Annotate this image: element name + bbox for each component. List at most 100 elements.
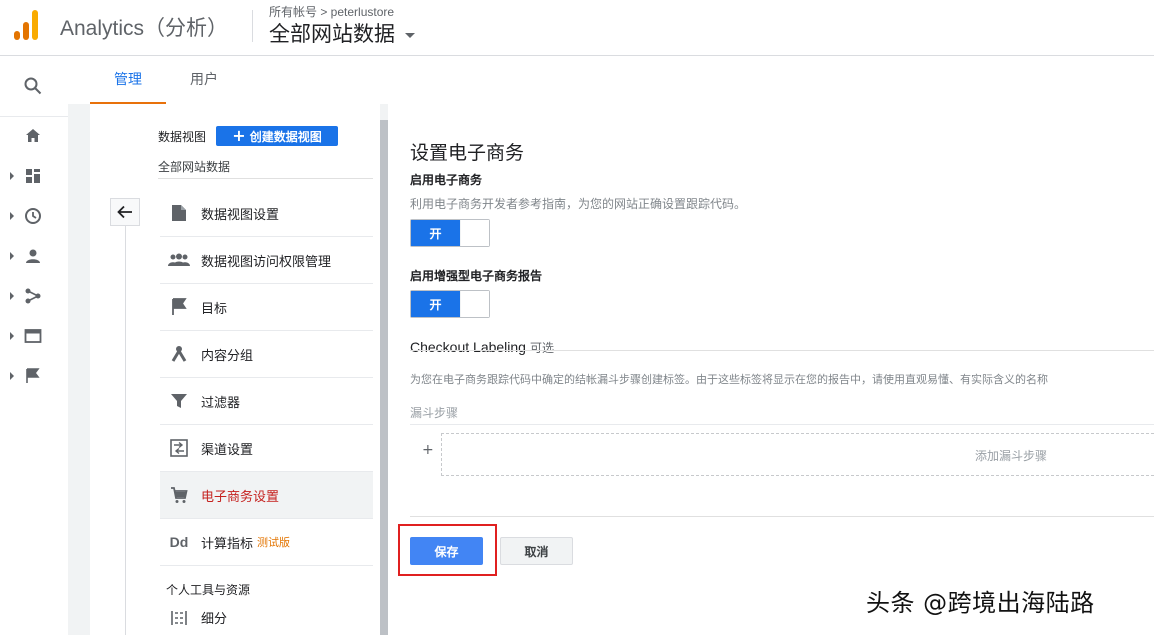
calculated-metrics-icon: Dd <box>169 534 189 550</box>
segments-icon <box>171 610 187 625</box>
nav-label: 数据视图访问权限管理 <box>201 254 332 270</box>
create-view-button[interactable]: + 创建数据视图 <box>216 126 338 146</box>
checkout-labeling-label: Checkout Labeling <box>410 339 526 355</box>
channel-settings-icon <box>170 439 188 457</box>
nav-label: 计算指标 <box>201 536 254 552</box>
nav-label: 内容分组 <box>201 348 254 364</box>
nav-goals[interactable]: 目标 <box>160 284 373 331</box>
ecommerce-settings-panel: 设置电子商务 启用电子商务 利用电子商务开发者参考指南，为您的网站正确设置跟踪代… <box>388 104 1154 635</box>
brand-title: Analytics（分析） <box>60 17 229 40</box>
funnel-divider <box>410 424 1154 425</box>
actions-divider <box>410 516 1154 517</box>
flag-icon <box>26 368 40 383</box>
rail-home[interactable] <box>0 118 68 154</box>
person-icon <box>26 249 40 263</box>
watermark-caption: 头条 @跨境出海陆路 <box>866 589 1095 617</box>
top-header: Analytics（分析） 所有帐号 > peterlustore 全部网站数据 <box>0 0 1154 56</box>
nav-content-grouping[interactable]: 内容分组 <box>160 331 373 378</box>
nav-label: 过滤器 <box>201 395 241 411</box>
logo-bar-short <box>14 31 20 40</box>
arrow-left-icon <box>117 205 132 219</box>
checkout-divider <box>410 350 1154 351</box>
enhanced-ecommerce-label: 启用增强型电子商务报告 <box>410 269 543 283</box>
back-button[interactable] <box>110 198 140 226</box>
account-view-label: 全部网站数据 <box>269 22 395 46</box>
nav-channel-settings[interactable]: 渠道设置 <box>160 425 373 472</box>
filter-icon <box>171 394 187 408</box>
admin-tabs: 管理 用户 <box>68 56 1154 104</box>
document-icon <box>172 205 186 221</box>
nav-label: 目标 <box>201 301 228 317</box>
enable-ecommerce-label: 启用电子商务 <box>410 173 483 187</box>
expand-arrow-icon <box>10 292 14 300</box>
home-icon <box>26 129 40 142</box>
plus-icon: + <box>422 442 434 458</box>
enhanced-ecommerce-toggle[interactable]: 开 <box>410 290 490 318</box>
expand-arrow-icon <box>10 372 14 380</box>
dashboard-icon <box>26 169 40 183</box>
rail-divider <box>0 116 68 117</box>
nav-label: 渠道设置 <box>201 442 254 458</box>
nav-label: 电子商务设置 <box>201 489 280 505</box>
logo-bar-mid <box>23 22 29 40</box>
behavior-icon <box>24 329 42 343</box>
expand-arrow-icon <box>10 212 14 220</box>
add-funnel-step-button[interactable]: 添加漏斗步骤 <box>441 433 1154 476</box>
expand-arrow-icon <box>10 252 14 260</box>
optional-tag: 可选 <box>529 341 554 355</box>
tab-admin[interactable]: 管理 <box>90 56 166 104</box>
clock-icon <box>25 208 41 224</box>
enable-ecommerce-toggle[interactable]: 开 <box>410 219 490 247</box>
toggle-on-label: 开 <box>411 291 460 317</box>
nav-view-access[interactable]: 数据视图访问权限管理 <box>160 237 373 284</box>
enable-ecommerce-help: 利用电子商务开发者参考指南，为您的网站正确设置跟踪代码。 <box>410 197 747 211</box>
flag-icon <box>172 298 187 315</box>
toggle-on-label: 开 <box>411 220 460 246</box>
toggle-knob <box>461 220 489 246</box>
funnel-steps-label: 漏斗步骤 <box>410 406 459 420</box>
content-grouping-icon <box>171 346 187 362</box>
nav-label: 细分 <box>201 612 228 627</box>
people-icon <box>168 253 190 266</box>
rail-audience[interactable] <box>0 238 68 274</box>
save-button[interactable]: 保存 <box>410 537 483 565</box>
column-scrollbar[interactable] <box>380 120 388 635</box>
view-settings-column: 数据视图 + 创建数据视图 全部网站数据 数据视图设置 数据视图访问权限管理 目… <box>90 104 380 635</box>
add-funnel-step-label: 添加漏斗步骤 <box>975 449 1048 463</box>
nav-calculated-metrics[interactable]: Dd 计算指标 测试版 <box>160 519 373 566</box>
rail-realtime[interactable] <box>0 198 68 234</box>
expand-arrow-icon <box>10 332 14 340</box>
create-view-label: 创建数据视图 <box>249 129 322 144</box>
expand-arrow-icon <box>10 172 14 180</box>
analytics-logo-icon[interactable] <box>14 10 42 40</box>
header-divider <box>252 10 253 42</box>
view-column-title: 数据视图 <box>158 130 207 144</box>
nav-view-settings[interactable]: 数据视图设置 <box>160 190 373 237</box>
nav-ecommerce-settings[interactable]: 电子商务设置 <box>160 472 373 519</box>
nav-label: 数据视图设置 <box>201 207 280 223</box>
acquisition-icon <box>25 288 41 304</box>
checkout-labeling-title: Checkout Labeling 可选 <box>410 339 554 356</box>
column-guide-line <box>125 226 126 635</box>
search-icon <box>24 77 42 95</box>
cancel-button[interactable]: 取消 <box>500 537 573 565</box>
rail-behavior[interactable] <box>0 318 68 354</box>
account-view-selector[interactable]: 全部网站数据 <box>269 18 415 48</box>
rail-customization[interactable] <box>0 158 68 194</box>
cart-icon <box>171 487 188 503</box>
beta-badge: 测试版 <box>257 536 291 549</box>
page-title: 设置电子商务 <box>410 142 525 164</box>
plus-icon: + <box>232 126 246 145</box>
rail-acquisition[interactable] <box>0 278 68 314</box>
caret-down-icon <box>405 32 415 38</box>
nav-segments[interactable]: 细分 <box>160 594 373 635</box>
rail-conversions[interactable] <box>0 358 68 394</box>
nav-filters[interactable]: 过滤器 <box>160 378 373 425</box>
current-view-name[interactable]: 全部网站数据 <box>158 158 230 175</box>
tab-user[interactable]: 用户 <box>166 56 242 104</box>
logo-bar-tall <box>32 10 38 40</box>
checkout-labeling-help: 为您在电子商务跟踪代码中确定的结帐漏斗步骤创建标签。由于这些标签将显示在您的报告… <box>410 373 1048 386</box>
view-divider <box>158 178 373 179</box>
rail-search[interactable] <box>0 68 68 104</box>
left-rail <box>0 56 68 635</box>
